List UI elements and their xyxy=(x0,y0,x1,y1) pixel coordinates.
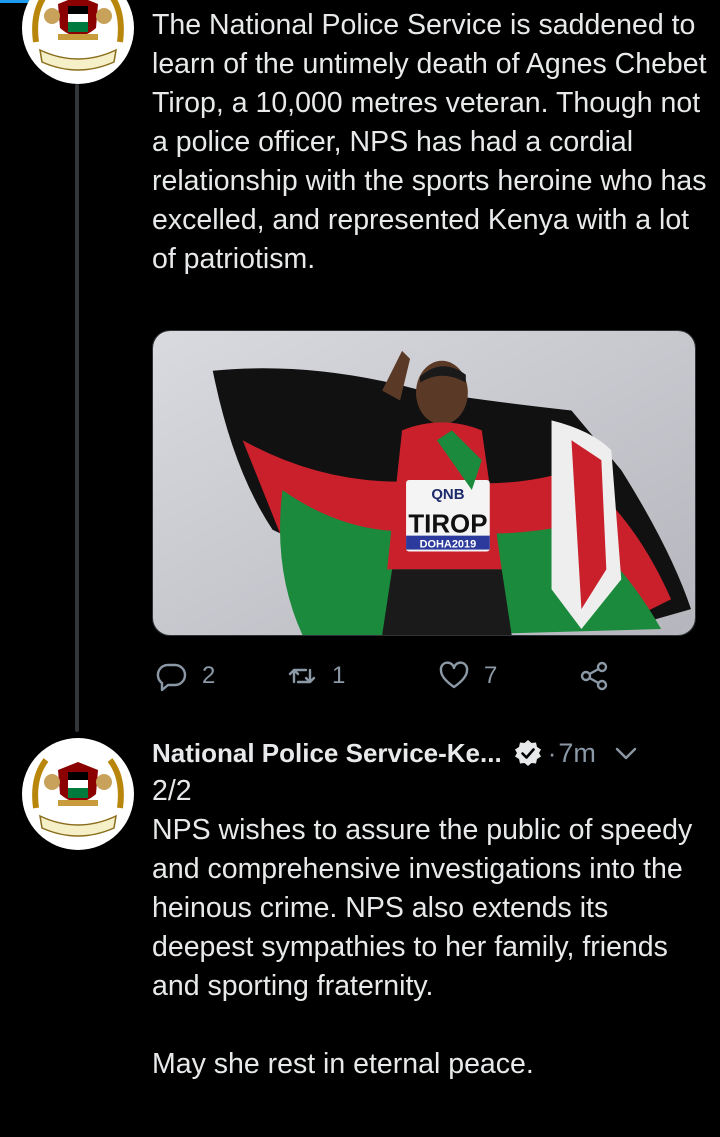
retweet-button[interactable]: 1 xyxy=(286,658,345,694)
thread-counter: 2/2 xyxy=(152,775,192,807)
tweet-text: The National Police Service is saddened … xyxy=(152,9,707,275)
time-separator: · xyxy=(547,737,557,768)
tweet-paragraph: NPS wishes to assure the public of speed… xyxy=(152,814,693,1002)
tweet-thread: The National Police Service is saddened … xyxy=(0,0,720,1137)
reply-count: 2 xyxy=(202,662,216,689)
police-crest-avatar[interactable] xyxy=(22,738,134,850)
like-count: 7 xyxy=(484,662,498,689)
display-name[interactable]: National Police Service-Ke... xyxy=(152,738,502,769)
tweet-photo[interactable]: QNB TIROP DOHA2019 xyxy=(152,330,696,636)
reply-icon xyxy=(156,660,188,692)
verified-badge-icon xyxy=(514,739,542,767)
timestamp[interactable]: 7m xyxy=(558,738,596,769)
retweet-icon xyxy=(286,660,318,692)
tweet-text: 2/2 NPS wishes to assure the public of s… xyxy=(152,772,708,1084)
chevron-down-icon[interactable] xyxy=(612,739,640,767)
share-icon xyxy=(578,660,610,692)
reply-button[interactable]: 2 xyxy=(156,658,215,694)
bib-name: TIROP xyxy=(408,511,487,539)
heart-icon xyxy=(438,660,470,692)
retweet-count: 1 xyxy=(332,662,346,689)
event-label: DOHA2019 xyxy=(420,539,477,551)
tweet-paragraph: May she rest in eternal peace. xyxy=(152,1048,534,1080)
tweet-header: National Police Service-Ke... · 7m xyxy=(152,732,708,774)
share-button[interactable] xyxy=(578,658,610,694)
like-button[interactable]: 7 xyxy=(438,658,497,694)
sponsor-label: QNB xyxy=(431,486,464,503)
thread-connector-line xyxy=(75,84,79,732)
tweet-actions: 2 1 7 xyxy=(152,658,622,694)
police-crest-avatar[interactable] xyxy=(22,0,134,84)
